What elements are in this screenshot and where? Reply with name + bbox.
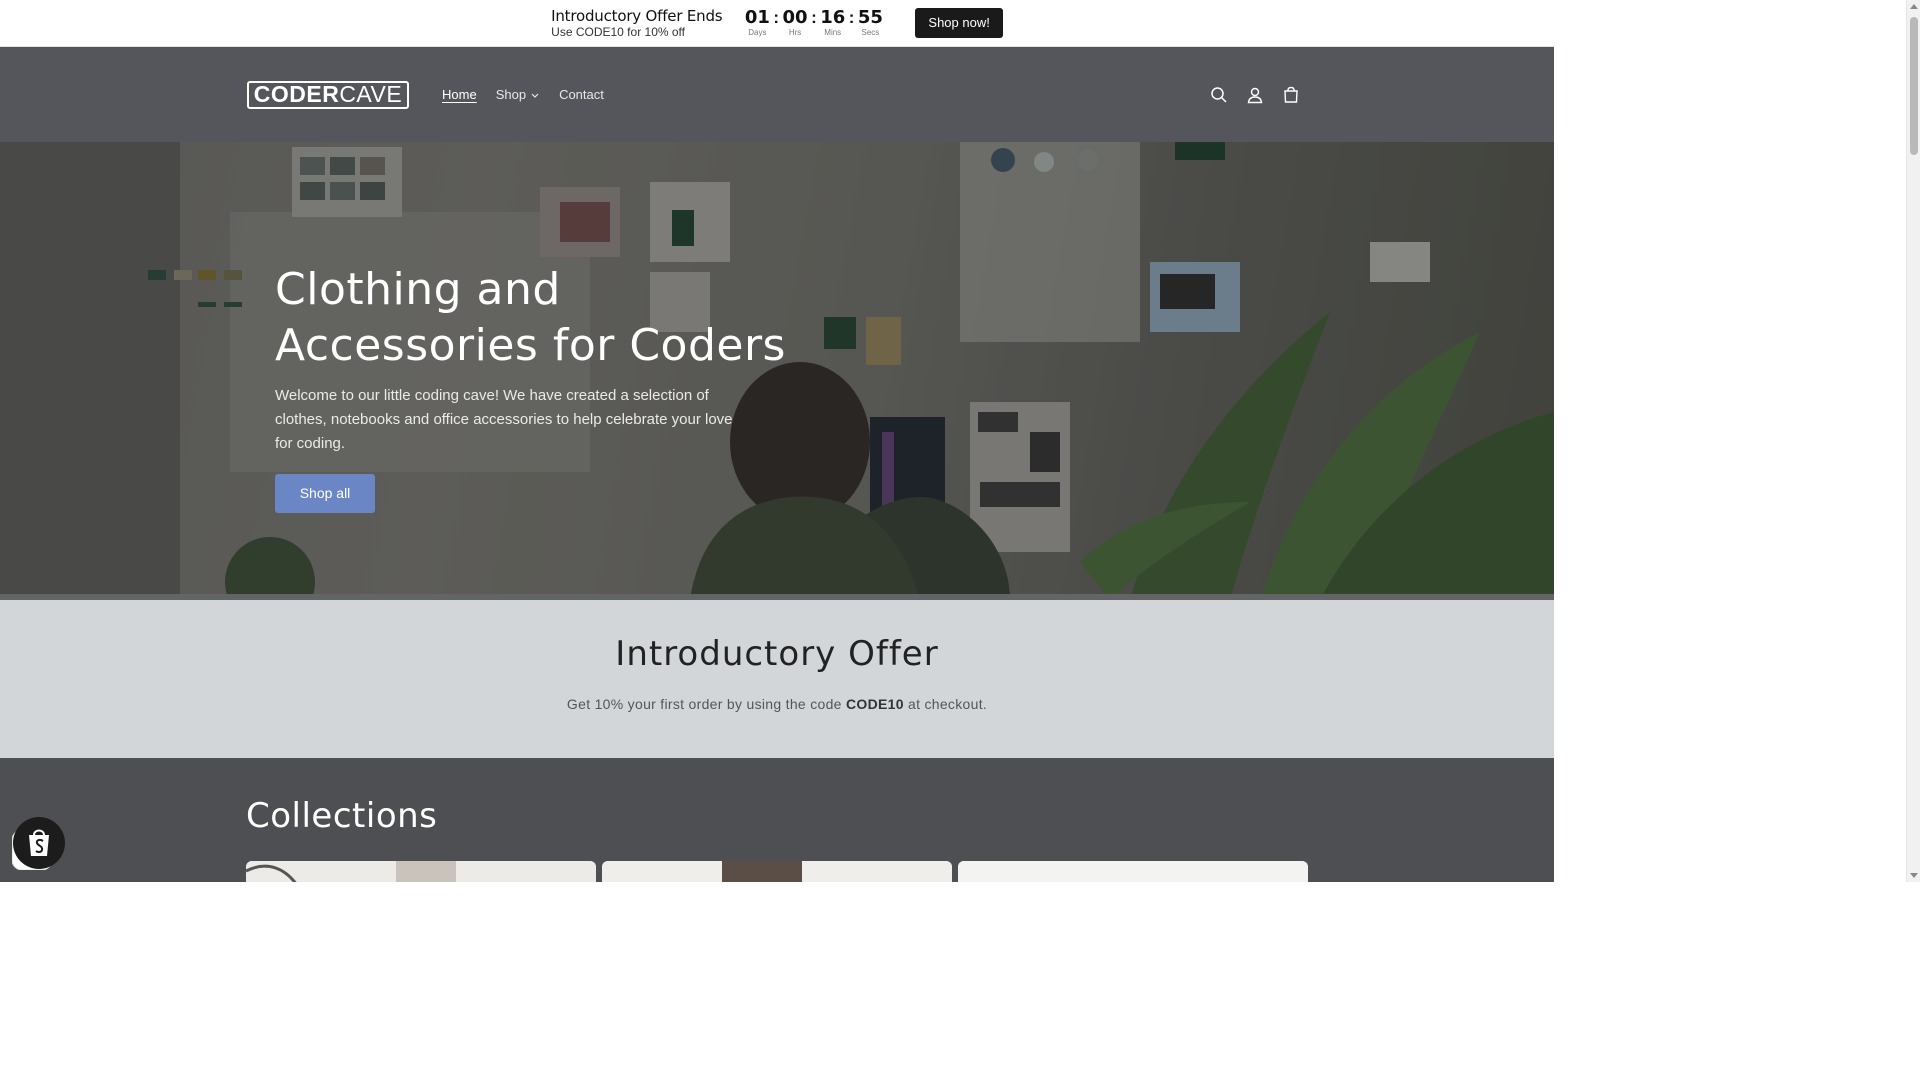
- collection-card-image: [602, 861, 952, 882]
- offer-countdown-text: Introductory Offer Ends Use CODE10 for 1…: [551, 6, 723, 39]
- shop-all-button[interactable]: Shop all: [275, 474, 375, 513]
- countdown-separator: :: [848, 8, 855, 27]
- scroll-up-arrow-icon[interactable]: [1910, 4, 1918, 9]
- shopping-bag-icon: [11, 817, 65, 871]
- logo-thin-text: CAVE: [339, 81, 403, 107]
- countdown-seconds-value: 55: [857, 7, 883, 28]
- shop-now-button[interactable]: Shop now!: [915, 8, 1003, 38]
- offer-desc-before: Get 10% your first order by using the co…: [566, 696, 846, 712]
- site-header: CODER CAVE Home Shop Contact: [0, 47, 1554, 142]
- offer-ends-title: Introductory Offer Ends: [551, 6, 723, 25]
- cart-icon[interactable]: [1280, 84, 1302, 106]
- scrollbar-thumb[interactable]: [1910, 17, 1918, 155]
- collection-card[interactable]: [246, 861, 596, 882]
- shopify-badge-button[interactable]: [11, 816, 66, 871]
- collections-section: Collections: [0, 758, 1554, 882]
- hero-description: Welcome to our little coding cave! We ha…: [275, 387, 733, 452]
- countdown-timer: 01 Days : 00 Hrs : 16 Mins : 55 Secs: [744, 8, 883, 38]
- countdown-seconds-label: Secs: [861, 28, 880, 37]
- offer-desc-after: at checkout.: [903, 696, 988, 712]
- collection-card[interactable]: [602, 861, 952, 882]
- hero-divider: [0, 594, 1554, 600]
- logo-bold-text: CODER: [253, 81, 340, 107]
- nav-home[interactable]: Home: [442, 87, 477, 102]
- countdown-days-value: 01: [744, 7, 770, 28]
- hero-banner: Clothing and Accessories for Coders Welc…: [0, 142, 1554, 600]
- main-nav: Home Shop Contact: [442, 87, 604, 102]
- announcement-bar: Introductory Offer Ends Use CODE10 for 1…: [0, 0, 1554, 47]
- page-scrollbar[interactable]: [1906, 0, 1920, 882]
- countdown-hours-label: Hrs: [788, 28, 802, 37]
- nav-shop-label: Shop: [495, 87, 527, 102]
- offer-description: Get 10% your first order by using the co…: [0, 696, 1554, 712]
- collection-card-image: [246, 861, 596, 882]
- countdown-minutes-label: Mins: [824, 28, 842, 37]
- countdown-hours: 00 Hrs: [782, 8, 808, 38]
- countdown-hours-value: 00: [782, 7, 808, 28]
- nav-shop[interactable]: Shop: [496, 87, 540, 102]
- countdown-days: 01 Days: [744, 8, 770, 38]
- hero-title: Clothing and Accessories for Coders: [275, 264, 786, 371]
- countdown-separator: :: [811, 8, 817, 27]
- offer-heading: Introductory Offer: [615, 634, 939, 674]
- offer-code-subtitle: Use CODE10 for 10% off: [551, 24, 685, 39]
- collections-heading: Collections: [246, 796, 438, 836]
- offer-code: CODE10: [845, 696, 904, 712]
- page: Introductory Offer Ends Use CODE10 for 1…: [0, 0, 1554, 882]
- account-icon[interactable]: [1244, 84, 1266, 106]
- countdown-minutes-value: 16: [820, 7, 846, 28]
- header-icons: [1208, 84, 1302, 106]
- search-icon[interactable]: [1208, 84, 1230, 106]
- countdown-seconds: 55 Secs: [857, 8, 883, 38]
- codercave-logo[interactable]: CODER CAVE: [247, 80, 409, 109]
- scroll-down-arrow-icon[interactable]: [1910, 873, 1918, 878]
- collection-cards: [246, 861, 1308, 882]
- collection-card-image: [958, 861, 1308, 882]
- collection-card[interactable]: [958, 861, 1308, 882]
- nav-contact[interactable]: Contact: [559, 87, 604, 102]
- countdown-minutes: 16 Mins: [820, 8, 846, 38]
- chevron-down-icon: [531, 93, 539, 98]
- countdown-days-label: Days: [748, 28, 767, 37]
- introductory-offer-section: Introductory Offer Get 10% your first or…: [0, 600, 1554, 758]
- hero-content: Clothing and Accessories for Coders Welc…: [275, 262, 795, 513]
- countdown-separator: :: [773, 8, 780, 27]
